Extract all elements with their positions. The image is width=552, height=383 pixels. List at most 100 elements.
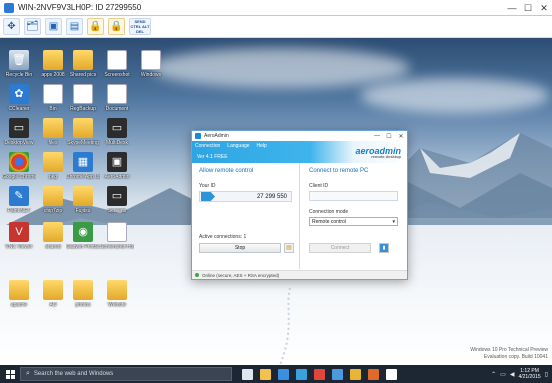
connection-mode-select[interactable]: Remote control ▾	[309, 217, 398, 226]
desktop-icon-image: ▭	[107, 118, 127, 138]
menu-connection[interactable]: Connection	[195, 143, 220, 149]
desktop-icon-bin[interactable]: Bin	[36, 84, 70, 112]
aeroadmin-title: AeroAdmin	[204, 133, 229, 139]
desktop-icon-apps-2008[interactable]: apps 2008	[36, 50, 70, 78]
clock-date: 4/21/2015	[518, 374, 541, 380]
desktop-icon-label: Fujitsu	[75, 208, 91, 214]
paint-icon[interactable]	[328, 365, 346, 383]
desktop-icon-label: photos	[75, 302, 91, 308]
screen-icon[interactable]: ▣	[45, 18, 62, 35]
aeroadmin-maximize-button[interactable]: ☐	[383, 133, 395, 140]
clock[interactable]: 1:12 PM 4/21/2015	[518, 368, 540, 380]
desktop-icon-pkg[interactable]: pkg	[36, 152, 70, 180]
desktop-icon-recycle-bin[interactable]: 🗑 Recycle Bin	[2, 50, 36, 78]
desktop-icon-label: Document	[105, 106, 129, 112]
ie-icon[interactable]	[274, 365, 292, 383]
desktop-icon-regbackup[interactable]: RegBackup	[66, 84, 100, 112]
desktop-icon-screens[interactable]: ▭ Screens	[100, 186, 134, 214]
desktop-icon-shared[interactable]: shared	[36, 222, 70, 250]
desktop-icon-shared-pics[interactable]: Shared pics	[66, 50, 100, 78]
online-status-icon	[195, 273, 199, 277]
session-app-icon	[4, 2, 14, 13]
screen-icon-2[interactable]: ▤	[66, 18, 83, 35]
desktop-icon-image	[107, 84, 127, 104]
media-icon-glyph	[367, 368, 379, 380]
notification-icon[interactable]: ▯	[545, 371, 548, 378]
desktop-icon-chrome-app-launcher[interactable]: ▦ Chrome App Launcher	[66, 152, 100, 180]
desktop-icon-image: ▣	[107, 152, 127, 172]
store-icon[interactable]	[292, 365, 310, 383]
status-text: Online (secure, AES + RSA encrypted)	[202, 272, 280, 278]
chrome-icon[interactable]	[310, 365, 328, 383]
session-minimize-button[interactable]: —	[504, 1, 520, 15]
desktop-icon-image	[43, 222, 63, 242]
stop-button[interactable]: Stop	[199, 243, 281, 253]
desktop-icon-ao[interactable]: AO	[36, 280, 70, 308]
desktop-icon-ccleaner[interactable]: ✿ CCleaner	[2, 84, 36, 112]
desktop-icon-screenshot-hosting[interactable]: ▤ Screenshot Hosting	[100, 222, 134, 250]
connect-button[interactable]: Connect	[309, 243, 371, 253]
version-label: Ver 4.1 FREE	[197, 154, 228, 160]
desktop-icon-paint-net[interactable]: ✎ Paint.NET	[2, 186, 36, 214]
windows-watermark: Windows 10 Pro Technical Preview Evaluat…	[470, 347, 548, 360]
desktop-icon-windows[interactable]: Windows	[134, 50, 168, 78]
desktop-icon-google-chrome[interactable]: Google Chrome	[2, 152, 36, 180]
desktop-icon-photos[interactable]: photos	[66, 280, 100, 308]
desktop-icon-label: AO	[49, 302, 57, 308]
menu-help[interactable]: Help	[257, 143, 267, 149]
lock-icon[interactable]: 🔒	[87, 18, 104, 35]
session-maximize-button[interactable]: ☐	[520, 1, 536, 15]
chrome-icon-glyph	[313, 368, 325, 380]
desktop-icon-image	[73, 50, 93, 70]
desktop-icon-skypemeeting[interactable]: SkypeMeeting	[66, 118, 100, 146]
explorer-icon[interactable]	[256, 365, 274, 383]
desktop-icon-image	[73, 186, 93, 206]
desktop-icon-chip7zip[interactable]: chip7zip	[36, 186, 70, 214]
session-toolbar: ✥ 🗂 ▣ ▤ 🔒 🔒 SEND CTRL ALT DEL	[0, 16, 552, 38]
start-button[interactable]	[0, 365, 20, 383]
connection-mode-value: Remote control	[312, 218, 346, 225]
desktop-icon-image: ▭	[107, 186, 127, 206]
volume-icon[interactable]: ◀	[510, 371, 515, 378]
desktop-icon-gadwin-printscreen[interactable]: ◉ Gadwin PrintScreen	[66, 222, 100, 250]
task-view-icon[interactable]	[238, 365, 256, 383]
aeroadmin-icon-glyph	[385, 368, 397, 380]
desktop-icon-image: ▭	[9, 118, 29, 138]
desktop-icon-apache[interactable]: apache	[2, 280, 36, 308]
aeroadmin-body: Allow remote control Your ID 27 299 550 …	[192, 163, 407, 269]
taskbar-search-box[interactable]: ⌕ Search the web and Windows	[20, 367, 232, 381]
desktop-icon-label: Gadwin PrintScreen	[66, 244, 100, 250]
desktop-icon-fujitsu[interactable]: Fujitsu	[66, 186, 100, 214]
chevron-up-icon[interactable]: ⌃	[491, 371, 496, 378]
session-close-button[interactable]: ✕	[536, 1, 552, 15]
folder-icon[interactable]	[346, 365, 364, 383]
client-id-label: Client ID	[309, 183, 329, 189]
desktop-icon-vnc-viewer[interactable]: V VNC Viewer	[2, 222, 36, 250]
desktop-icon-label: Google Chrome	[2, 174, 36, 180]
file-transfer-icon[interactable]: ▤	[284, 243, 294, 253]
desktop-icon-label: Screenshot Hosting	[100, 244, 134, 250]
desktop-icon-website[interactable]: Website	[100, 280, 134, 308]
media-icon[interactable]	[364, 365, 382, 383]
lock-icon-2[interactable]: 🔒	[108, 18, 125, 35]
desktop-icon-screenshot[interactable]: Screenshot	[100, 50, 134, 78]
desktop-icon-image	[43, 186, 63, 206]
aeroadmin-minimize-button[interactable]: —	[371, 133, 383, 139]
remote-control-icon[interactable]: ✥	[3, 18, 20, 35]
send-keys-icon[interactable]: SEND CTRL ALT DEL	[129, 18, 151, 35]
menu-language[interactable]: Language	[227, 143, 249, 149]
explorer-icon-glyph	[259, 368, 271, 380]
desktop-icon-desktopview[interactable]: ▭ DesktopView	[2, 118, 36, 146]
contact-book-icon[interactable]: ▮	[379, 243, 389, 253]
desktop-icon-image	[9, 280, 29, 300]
client-id-input[interactable]	[309, 191, 398, 201]
aeroadmin-icon[interactable]	[382, 365, 400, 383]
desktop-icon-files[interactable]: files	[36, 118, 70, 146]
desktop-icon-aeroadmin[interactable]: ▣ AeroAdmin	[100, 152, 134, 180]
desktop-icon-multidesk[interactable]: ▭ MultiDesk	[100, 118, 134, 146]
network-icon[interactable]: ▭	[500, 371, 506, 378]
aeroadmin-close-button[interactable]: ✕	[395, 133, 407, 140]
file-manager-icon[interactable]: 🗂	[24, 18, 41, 35]
your-id-field[interactable]: 27 299 550	[199, 191, 292, 202]
desktop-icon-document[interactable]: Document	[100, 84, 134, 112]
